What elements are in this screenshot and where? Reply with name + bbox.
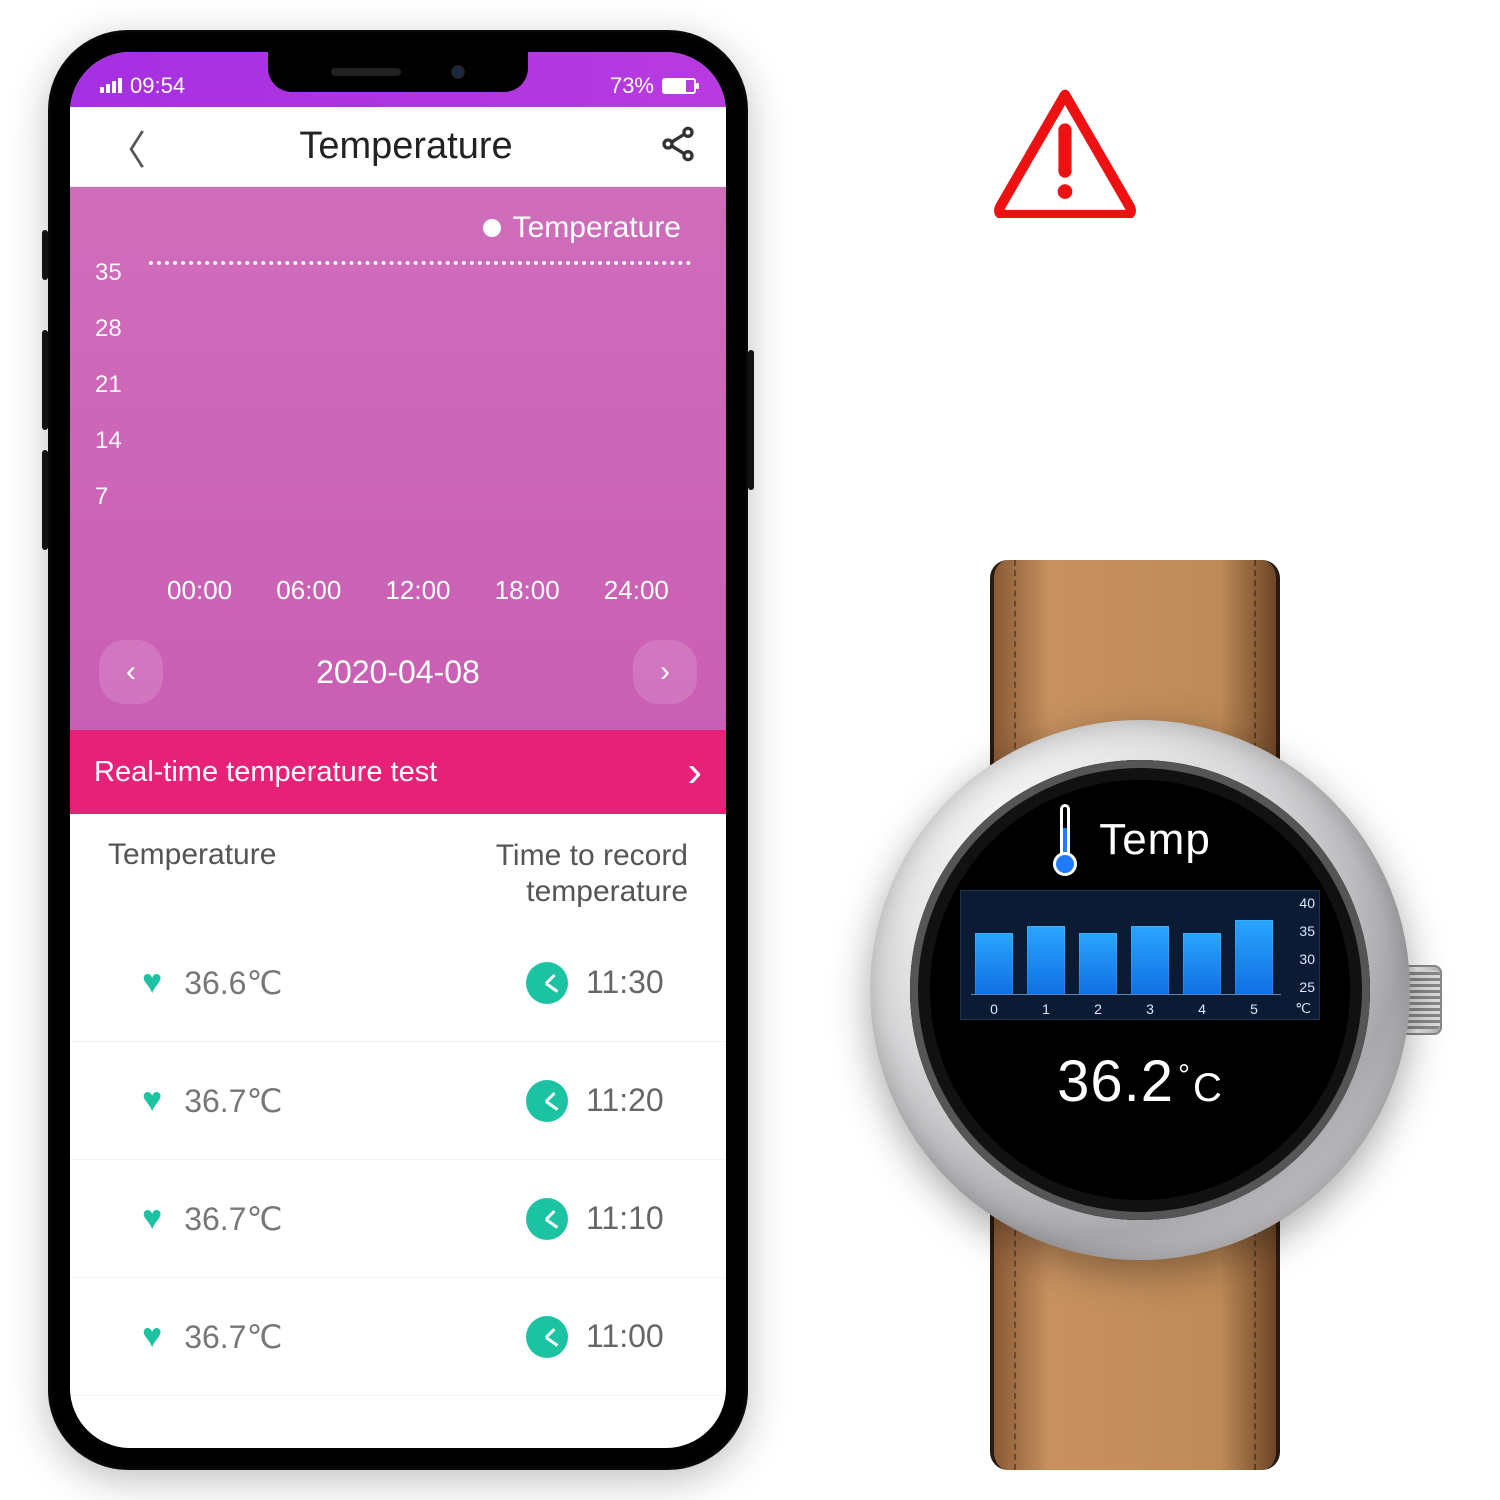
chevron-right-icon: › [687,747,702,797]
row-temp: 36.7℃ [184,1200,526,1238]
heart-icon: ♥ [142,963,162,1002]
row-time: 11:20 [586,1082,686,1119]
watch-bar [1027,926,1065,995]
phone-device: 09:54 73% 〈 Temperature Temperature [48,30,748,1470]
legend-label: Temperature [513,211,681,245]
warning-icon [990,86,1140,218]
heart-icon: ♥ [142,1081,162,1120]
x-tick: 00:00 [167,575,232,606]
watch-bar-chart: 0 1 2 3 4 5 ℃ 40 35 30 25 [960,890,1320,1020]
watch-bezel: Temp 0 1 2 3 4 5 ℃ [870,720,1410,1260]
watch-x-axis: 0 1 2 3 4 5 [961,1001,1319,1017]
phone-notch [268,52,528,92]
y-tick: 30 [1299,951,1315,967]
row-time: 11:30 [586,964,686,1001]
phone-screen: 09:54 73% 〈 Temperature Temperature [70,52,726,1448]
y-tick: 35 [1299,923,1315,939]
log-row[interactable]: ♥ 36.7℃ 11:20 [70,1042,726,1160]
x-tick: 2 [1079,1001,1117,1017]
clock-icon [526,962,568,1004]
col-time-line2: temperature [496,874,688,910]
x-tick: 5 [1235,1001,1273,1017]
share-button[interactable] [658,124,698,169]
y-tick: 21 [95,371,145,411]
chart-series-line [149,261,691,265]
x-tick: 24:00 [604,575,669,606]
log-table-header: Temperature Time to record temperature [70,814,726,918]
battery-icon [662,78,696,94]
realtime-test-button[interactable]: Real-time temperature test › [70,730,726,814]
watch-face[interactable]: Temp 0 1 2 3 4 5 ℃ [910,760,1370,1220]
y-tick: 28 [95,315,145,355]
smartwatch: Temp 0 1 2 3 4 5 ℃ [830,560,1470,1470]
date-selector: ‹ 2020-04-08 › [95,634,701,730]
clock-icon [526,1198,568,1240]
chart-x-axis: 00:00 06:00 12:00 18:00 24:00 [95,545,701,634]
log-row[interactable]: ♥ 36.6℃ 11:30 [70,924,726,1042]
row-time: 11:10 [586,1200,686,1237]
watch-value-number: 36.2 [1057,1049,1174,1114]
x-tick: 06:00 [276,575,341,606]
row-temp: 36.6℃ [184,964,526,1002]
watch-title: Temp [1099,815,1211,865]
watch-bar [1131,926,1169,995]
watch-y-axis: 40 35 30 25 [1299,895,1315,995]
y-tick: 35 [95,259,145,299]
x-tick: 3 [1131,1001,1169,1017]
watch-x-unit: ℃ [1295,1000,1311,1017]
watch-bar [1183,933,1221,995]
row-temp: 36.7℃ [184,1082,526,1120]
heart-icon: ♥ [142,1199,162,1238]
log-list: ♥ 36.6℃ 11:30 ♥ 36.7℃ 11:20 ♥ 36.7℃ 11:1… [70,918,726,1402]
phone-side-button [42,230,48,280]
x-tick: 1 [1027,1001,1065,1017]
temperature-chart: Temperature 35 28 21 14 7 00:00 06:00 12… [70,187,726,730]
back-button[interactable]: 〈 [98,112,154,182]
y-tick: 14 [95,427,145,467]
y-tick: 40 [1299,895,1315,911]
page-title: Temperature [299,125,512,168]
chart-plot-area[interactable] [145,255,701,545]
nav-bar: 〈 Temperature [70,107,726,187]
row-temp: 36.7℃ [184,1318,526,1356]
log-row[interactable]: ♥ 36.7℃ 11:00 [70,1278,726,1396]
legend-dot-icon [483,219,501,237]
watch-bar [1235,920,1273,995]
x-tick: 4 [1183,1001,1221,1017]
watch-bar [975,933,1013,995]
watch-bar [1079,933,1117,995]
col-temperature: Temperature [108,838,276,910]
watch-reading: 36.2°C [1057,1048,1223,1115]
x-tick: 12:00 [385,575,450,606]
col-time-line1: Time to record [496,838,688,874]
next-day-button[interactable]: › [633,640,697,704]
phone-side-button [42,450,48,550]
status-time: 09:54 [130,73,185,99]
y-tick: 7 [95,483,145,523]
x-tick: 18:00 [495,575,560,606]
x-tick: 0 [975,1001,1013,1017]
row-time: 11:00 [586,1318,686,1355]
phone-side-button [42,330,48,430]
selected-date[interactable]: 2020-04-08 [316,654,480,691]
clock-icon [526,1080,568,1122]
heart-icon: ♥ [142,1317,162,1356]
chart-y-axis: 35 28 21 14 7 [95,255,145,545]
cta-label: Real-time temperature test [94,756,437,789]
signal-icon [100,78,122,93]
battery-pct: 73% [610,73,654,99]
chart-legend: Temperature [95,211,701,245]
log-row[interactable]: ♥ 36.7℃ 11:10 [70,1160,726,1278]
share-icon [658,124,698,164]
clock-icon [526,1316,568,1358]
phone-side-button [748,350,754,490]
prev-day-button[interactable]: ‹ [99,640,163,704]
thermometer-icon [1049,804,1081,876]
y-tick: 25 [1299,979,1315,995]
